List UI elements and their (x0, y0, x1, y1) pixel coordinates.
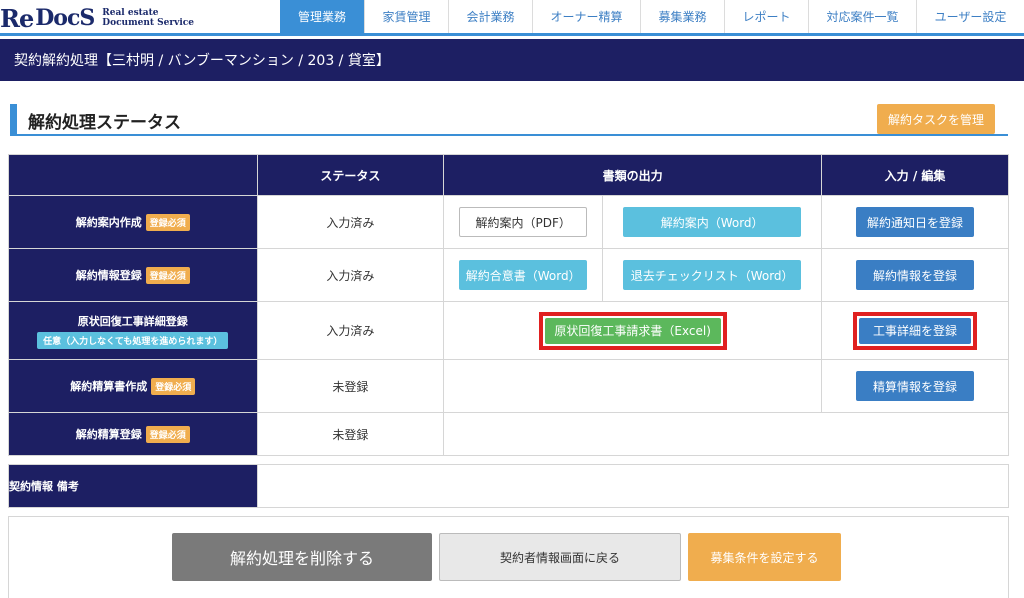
action-cell: 工事詳細を登録 (821, 301, 1009, 360)
doc-cell: 解約案内（Word） (602, 195, 823, 249)
nav-owner-seisan[interactable]: オーナー精算 (532, 0, 640, 33)
status-cell: 未登録 (256, 412, 445, 456)
header-blank (8, 154, 258, 196)
nav-yachin-kanri[interactable]: 家賃管理 (364, 0, 448, 33)
table-row: 解約精算登録 登録必須 未登録 (8, 412, 1009, 456)
table-header-row: ステータス 書類の出力 入力 / 編集 (8, 154, 1009, 196)
doc-cell: 解約案内（PDF） (443, 195, 604, 249)
row-label-cell: 解約案内作成 登録必須 (8, 195, 258, 249)
agreement-word-button[interactable]: 解約合意書（Word） (459, 260, 588, 290)
required-badge: 登録必須 (145, 266, 190, 284)
doc-cell: 退去チェックリスト（Word） (602, 248, 823, 302)
required-badge: 登録必須 (151, 377, 196, 395)
header-status: ステータス (256, 154, 445, 196)
highlight-box: 工事詳細を登録 (853, 311, 978, 350)
delete-cancellation-button[interactable]: 解約処理を削除する (172, 533, 432, 581)
table-row: 原状回復工事詳細登録 任意（入力しなくても処理を進められます） 入力済み 原状回… (8, 301, 1009, 360)
register-cancel-info-button[interactable]: 解約情報を登録 (856, 260, 975, 290)
set-recruitment-conditions-button[interactable]: 募集条件を設定する (688, 533, 841, 581)
cancellation-status-table: ステータス 書類の出力 入力 / 編集 解約案内作成 登録必須 入力済み 解約案内… (8, 154, 1009, 456)
table-row: 解約精算書作成 登録必須 未登録 精算情報を登録 (8, 359, 1009, 413)
status-cell: 入力済み (256, 195, 445, 249)
doc-cell-empty (443, 359, 823, 413)
nav-kanri-gyomu[interactable]: 管理業務 (280, 0, 364, 33)
logo-sub-line1: Real estate (102, 8, 159, 18)
row-label-cell: 原状回復工事詳細登録 任意（入力しなくても処理を進められます） (8, 301, 258, 360)
nav-report[interactable]: レポート (724, 0, 808, 33)
required-badge: 登録必須 (145, 213, 190, 231)
cancel-guide-word-button[interactable]: 解約案内（Word） (623, 207, 802, 237)
action-cell: 解約通知日を登録 (821, 195, 1009, 249)
checklist-word-button[interactable]: 退去チェックリスト（Word） (623, 260, 802, 290)
register-notice-date-button[interactable]: 解約通知日を登録 (856, 207, 975, 237)
nav-user-settings[interactable]: ユーザー設定 (916, 0, 1024, 33)
status-cell: 入力済み (256, 301, 445, 360)
back-to-contractor-button[interactable]: 契約者情報画面に戻る (439, 533, 681, 581)
action-cell: 精算情報を登録 (821, 359, 1009, 413)
page-title: 契約解約処理【三村明 / バンブーマンション / 203 / 貸室】 (14, 53, 390, 69)
section-header: 解約処理ステータス (10, 104, 1008, 136)
header-input-edit: 入力 / 編集 (821, 154, 1009, 196)
row-label-cell: 解約精算登録 登録必須 (8, 412, 258, 456)
row-label-cell: 解約情報登録 登録必須 (8, 248, 258, 302)
logo-re-text: Re (0, 3, 34, 33)
row-label: 解約情報登録 (75, 268, 142, 282)
restoration-invoice-excel-button[interactable]: 原状回復工事請求書（Excel) (544, 317, 721, 344)
nav-boshu-gyomu[interactable]: 募集業務 (640, 0, 724, 33)
register-construction-details-button[interactable]: 工事詳細を登録 (859, 317, 972, 344)
main-nav: 管理業務 家賃管理 会計業務 オーナー精算 募集業務 レポート 対応案件一覧 ユ… (280, 0, 1024, 33)
row-label-cell: 解約精算書作成 登録必須 (8, 359, 258, 413)
section-accent-bar (10, 104, 17, 134)
logo-subtitle: Real estate Document Service (102, 8, 194, 28)
status-cell: 入力済み (256, 248, 445, 302)
row-label: 解約精算登録 (75, 427, 142, 441)
memo-table: 契約情報 備考 (8, 464, 1009, 508)
row-label: 原状回復工事詳細登録 (77, 314, 188, 328)
logo-sub-line2: Document Service (102, 18, 195, 28)
top-navigation-bar: Re DocS Real estate Document Service 管理業… (0, 0, 1024, 36)
memo-row: 契約情報 備考 (8, 464, 1009, 508)
nav-taio-anken[interactable]: 対応案件一覧 (808, 0, 916, 33)
header-documents: 書類の出力 (443, 154, 823, 196)
doc-cell: 原状回復工事請求書（Excel) (443, 301, 823, 360)
manage-tasks-button[interactable]: 解約タスクを管理 (877, 104, 995, 134)
status-cell: 未登録 (256, 359, 445, 413)
cancel-guide-pdf-button[interactable]: 解約案内（PDF） (459, 207, 588, 237)
memo-content (257, 464, 1009, 508)
row-label: 解約精算書作成 (70, 379, 148, 393)
required-badge: 登録必須 (145, 425, 190, 443)
action-cell: 解約情報を登録 (821, 248, 1009, 302)
table-row: 解約案内作成 登録必須 入力済み 解約案内（PDF） 解約案内（Word） 解約通… (8, 195, 1009, 249)
table-row: 解約情報登録 登録必須 入力済み 解約合意書（Word） 退去チェックリスト（Wo… (8, 248, 1009, 302)
highlight-box: 原状回復工事請求書（Excel) (538, 311, 727, 350)
row-label: 解約案内作成 (75, 215, 142, 229)
nav-kaikei-gyomu[interactable]: 会計業務 (448, 0, 532, 33)
register-settlement-info-button[interactable]: 精算情報を登録 (856, 371, 975, 401)
memo-label: 契約情報 備考 (8, 464, 258, 508)
empty-cell (443, 412, 1009, 456)
doc-cell: 解約合意書（Word） (443, 248, 604, 302)
optional-badge: 任意（入力しなくても処理を進められます） (37, 331, 229, 349)
redocs-logo[interactable]: Re DocS Real estate Document Service (0, 2, 194, 34)
logo-docs-text: DocS (35, 5, 95, 31)
page-title-bar: 契約解約処理【三村明 / バンブーマンション / 203 / 貸室】 (0, 39, 1024, 81)
section-title: 解約処理ステータス (28, 113, 181, 133)
